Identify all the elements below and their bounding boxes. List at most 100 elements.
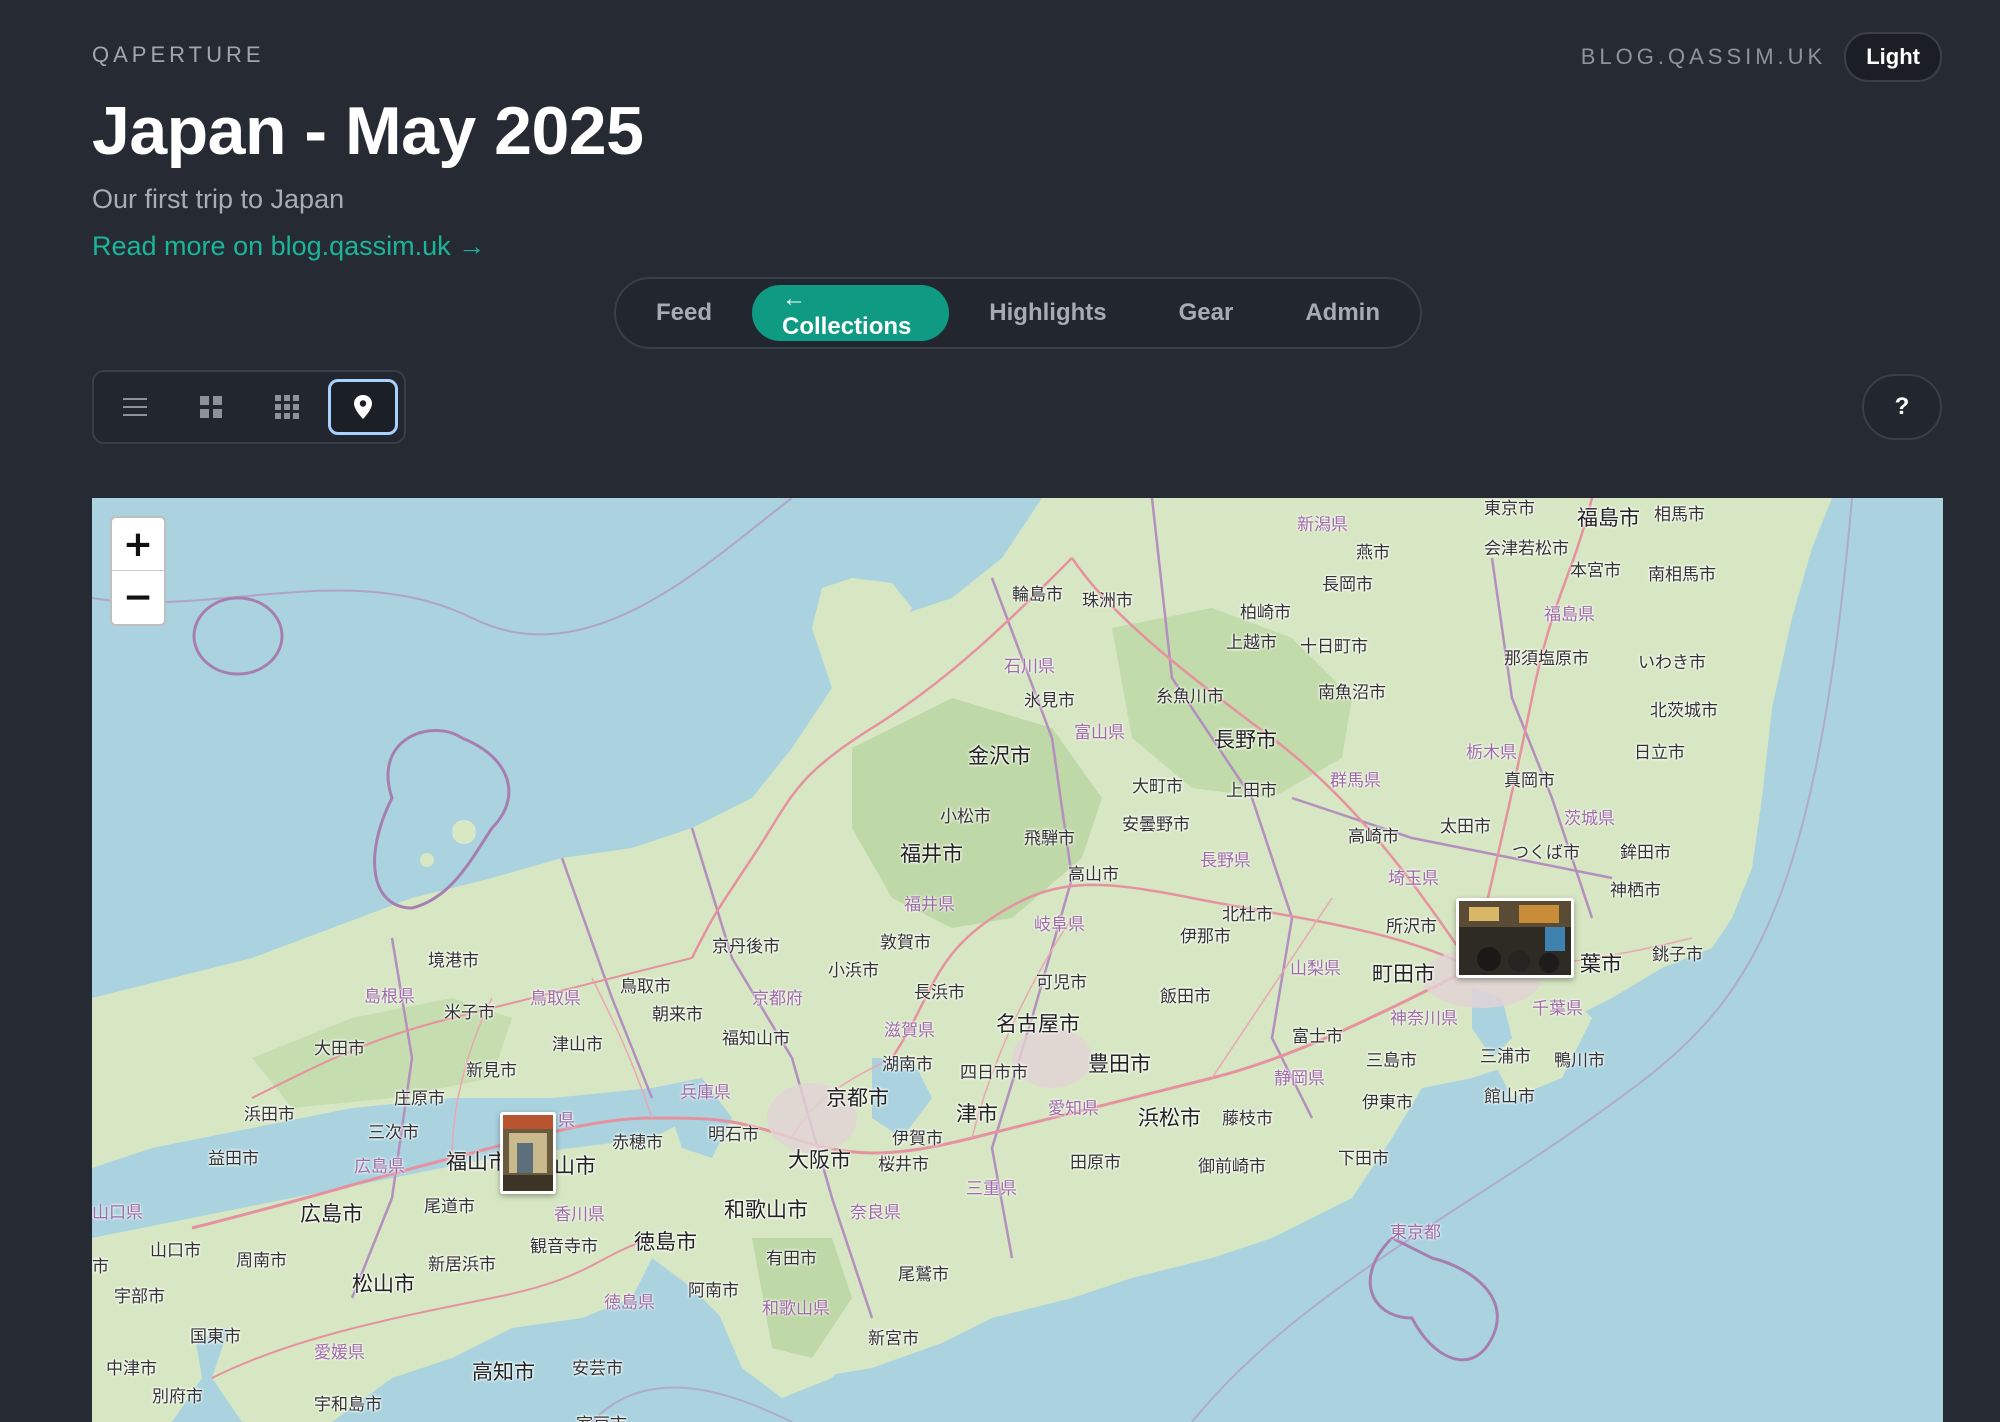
map-label: 愛媛県 [314, 1343, 365, 1363]
map-label: 境港市 [428, 951, 479, 971]
map-label: 周南市 [236, 1251, 287, 1271]
nav-highlights[interactable]: Highlights [957, 285, 1138, 341]
map-label: つくば市 [1512, 843, 1580, 863]
map-label: 鉾田市 [1620, 843, 1671, 863]
map-label: 山梨県 [1290, 959, 1341, 979]
map-label: 御前崎市 [1198, 1157, 1266, 1177]
map-label: 山口市 [150, 1241, 201, 1261]
map-label: 京都市 [826, 1086, 889, 1110]
map-label: 小浜市 [828, 961, 879, 981]
map-label: 湖南市 [882, 1055, 933, 1075]
map-label: 国東市 [190, 1327, 241, 1347]
map-label: 千葉県 [1532, 999, 1583, 1019]
photo-marker-fukuyama[interactable] [500, 1112, 556, 1194]
map-label: 相馬市 [1654, 505, 1705, 525]
map-label: 兵庫県 [680, 1083, 731, 1103]
zoom-in-button[interactable]: + [112, 518, 164, 571]
map-label: 長浜市 [914, 983, 965, 1003]
map-label: 三次市 [368, 1123, 419, 1143]
map-label: 神栖市 [1610, 881, 1661, 901]
nav-feed[interactable]: Feed [624, 285, 744, 341]
map-label: 北茨城市 [1650, 701, 1718, 721]
map-label: 神奈川県 [1390, 1009, 1458, 1029]
map-label: 埼玉県 [1388, 869, 1439, 889]
map-label: 京都府 [752, 989, 803, 1009]
map-label: 館山市 [1484, 1087, 1535, 1107]
map-label: 輪島市 [1012, 585, 1063, 605]
island-ring-izu [1368, 1236, 1499, 1362]
map-label: 敦賀市 [880, 933, 931, 953]
map-label: 氷見市 [1024, 691, 1075, 711]
list-view-button[interactable] [100, 379, 170, 435]
map-label: 松山市 [352, 1272, 415, 1296]
map-label: 福島県 [1544, 605, 1595, 625]
brand-logo[interactable]: QAPERTURE [92, 42, 265, 68]
map-label: 伊賀市 [892, 1129, 943, 1149]
map-label: 石川県 [1004, 657, 1055, 677]
map-label: 可児市 [1036, 973, 1087, 993]
zoom-out-button[interactable]: − [112, 571, 164, 624]
map-label: 金沢市 [968, 744, 1031, 768]
map-label: 高崎市 [1348, 827, 1399, 847]
map-label: 南相馬市 [1648, 565, 1716, 585]
map-label: 福井市 [900, 842, 963, 866]
map-label: 上越市 [1226, 633, 1277, 653]
nav-admin[interactable]: Admin [1273, 285, 1412, 341]
map-label: 津市 [956, 1102, 998, 1126]
map-view[interactable]: + − 新潟県 東京市 福島市 相馬市 燕市 会津若松市 本宮市 南相馬市 長岡… [92, 498, 1943, 1422]
map-label: 那須塩原市 [1504, 649, 1589, 669]
grid-small-view-button[interactable] [252, 379, 322, 435]
map-label: 県 [558, 1111, 575, 1131]
map-label: 山口県 [92, 1203, 143, 1223]
map-label: 本宮市 [1570, 561, 1621, 581]
map-label: 町田市 [1372, 962, 1435, 986]
map-label: 小松市 [940, 807, 991, 827]
island-oki-small [420, 853, 434, 867]
map-label: 鳥取県 [530, 989, 581, 1009]
photo-marker-tokyo[interactable] [1456, 898, 1574, 978]
map-label: 真岡市 [1504, 771, 1555, 791]
grid-large-view-button[interactable] [176, 379, 246, 435]
photo-thumbnail [503, 1115, 553, 1191]
map-label: 東京市 [1484, 499, 1535, 519]
map-label: 富士市 [1292, 1027, 1343, 1047]
map-label: 群馬県 [1330, 771, 1381, 791]
map-label: 観音寺市 [530, 1237, 598, 1257]
map-label: 尾鷲市 [898, 1265, 949, 1285]
map-label: 鴨川市 [1554, 1051, 1605, 1071]
map-label: いわき市 [1638, 653, 1706, 673]
map-label: 中津市 [106, 1359, 157, 1379]
map-label: 燕市 [1356, 543, 1390, 563]
map-label: 田原市 [1070, 1153, 1121, 1173]
map-view-button[interactable] [328, 379, 398, 435]
map-label: 四日市市 [960, 1063, 1028, 1083]
map-label: 和歌山県 [762, 1299, 830, 1319]
page-subtitle: Our first trip to Japan [92, 184, 345, 214]
map-label: 市 [92, 1257, 109, 1277]
map-label: 宇和島市 [314, 1395, 382, 1415]
map-label: 安芸市 [572, 1359, 623, 1379]
theme-toggle-button[interactable]: Light [1844, 32, 1942, 82]
map-label: 宇部市 [114, 1287, 165, 1307]
map-label: 下田市 [1338, 1149, 1389, 1169]
island-ring-takeshima [192, 596, 284, 676]
map-label: 糸魚川市 [1156, 687, 1224, 707]
map-label: 三島市 [1366, 1051, 1417, 1071]
map-label: 銚子市 [1652, 945, 1703, 965]
nav-collections[interactable]: ← Collections [752, 285, 950, 341]
header-actions: BLOG.QASSIM.UK Light [1581, 32, 1942, 82]
nav-gear[interactable]: Gear [1147, 285, 1266, 341]
map-label: 東京都 [1390, 1223, 1441, 1243]
map-label: 柏崎市 [1240, 603, 1291, 623]
island-oki [452, 820, 476, 844]
map-label: 珠洲市 [1082, 591, 1133, 611]
map-label: 上田市 [1226, 781, 1277, 801]
map-label: 葉市 [1580, 952, 1622, 976]
blog-link[interactable]: BLOG.QASSIM.UK [1581, 44, 1827, 70]
pref-border-1 [92, 498, 793, 636]
map-label: 和歌山市 [724, 1198, 808, 1222]
map-label: 新居浜市 [428, 1255, 496, 1275]
map-label: 新宮市 [868, 1329, 919, 1349]
read-more-link[interactable]: Read more on blog.qassim.uk → [92, 231, 485, 262]
help-button[interactable]: ? [1862, 374, 1942, 440]
